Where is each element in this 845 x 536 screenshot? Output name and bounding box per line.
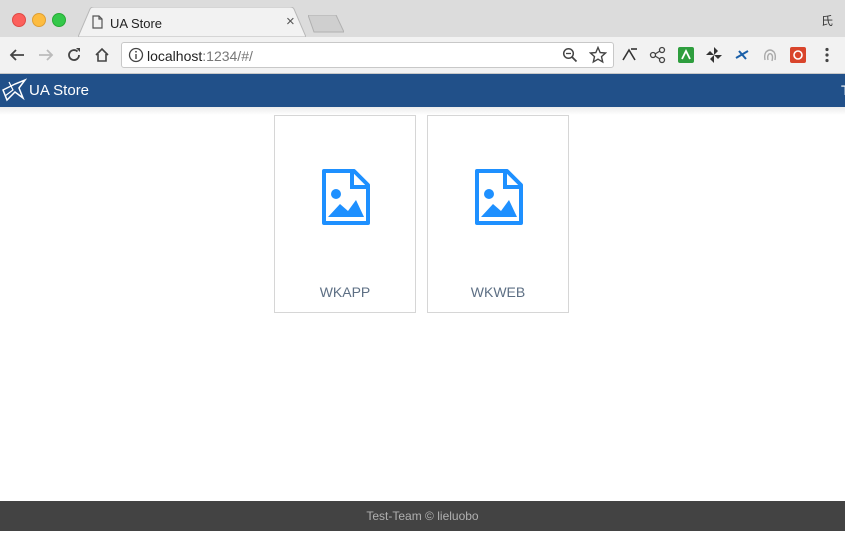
logo-icon (1, 78, 28, 107)
green-extension-icon[interactable] (677, 46, 695, 64)
header-shadow (0, 107, 845, 115)
info-icon[interactable] (128, 47, 144, 68)
reload-icon[interactable] (65, 46, 83, 64)
profile-button[interactable]: 氏 (821, 12, 833, 29)
tab-title: UA Store (110, 16, 163, 31)
header-edge-text: T (841, 82, 845, 98)
app-card-wkapp[interactable]: WKAPP (274, 115, 416, 313)
back-icon[interactable] (8, 46, 26, 64)
menu-kebab-icon[interactable] (818, 46, 836, 64)
minimize-window-button[interactable] (32, 13, 46, 27)
card-label: WKWEB (470, 284, 526, 300)
red-extension-icon[interactable] (789, 46, 807, 64)
home-icon[interactable] (93, 46, 111, 64)
card-label: WKAPP (319, 284, 371, 300)
image-file-icon (474, 168, 524, 231)
new-tab-button[interactable] (307, 14, 345, 38)
zoom-icon[interactable] (562, 47, 578, 68)
close-window-button[interactable] (12, 13, 26, 27)
url-host: localhost (147, 48, 203, 64)
url-text: localhost:1234/#/ (147, 48, 253, 64)
footer-text: Test-Team © lieluobo (366, 509, 479, 523)
app-card-wkweb[interactable]: WKWEB (427, 115, 569, 313)
x-extension-icon[interactable] (733, 46, 751, 64)
forward-icon[interactable] (37, 46, 55, 64)
url-path: :1234/#/ (202, 48, 253, 64)
share-extension-icon[interactable] (649, 46, 667, 64)
browser-tab[interactable]: UA Store × (78, 7, 306, 37)
image-file-icon (321, 168, 371, 231)
address-bar[interactable]: localhost:1234/#/ (121, 42, 614, 68)
page-icon (92, 15, 103, 34)
app-header: UA Store T (0, 74, 845, 107)
maximize-window-button[interactable] (52, 13, 66, 27)
fingerprint-extension-icon[interactable] (761, 46, 779, 64)
tab-close-icon[interactable]: × (286, 14, 295, 29)
bookmark-star-icon[interactable] (588, 45, 608, 69)
app-title[interactable]: UA Store (29, 82, 89, 99)
translate-extension-icon[interactable] (621, 46, 639, 64)
page-footer: Test-Team © lieluobo (0, 501, 845, 531)
pinwheel-extension-icon[interactable] (705, 46, 723, 64)
browser-tab-strip: UA Store × 氏 (0, 0, 845, 37)
browser-toolbar: localhost:1234/#/ (0, 37, 845, 74)
